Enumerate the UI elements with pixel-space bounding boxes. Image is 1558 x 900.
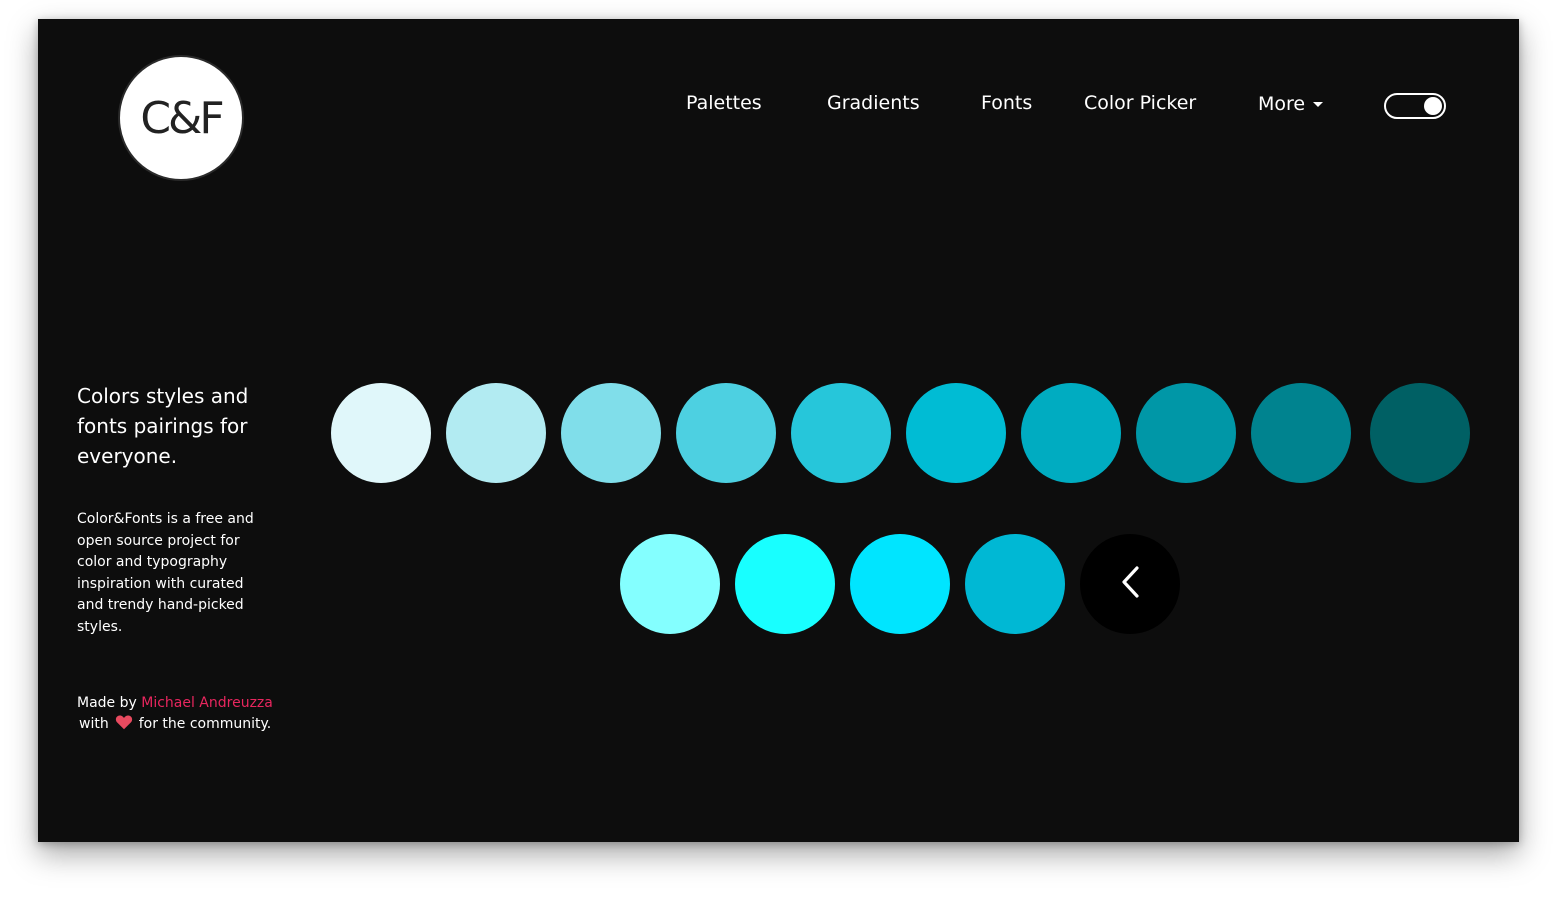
color-swatch[interactable]	[1136, 383, 1236, 483]
color-swatch[interactable]	[561, 383, 661, 483]
nav-more-dropdown[interactable]: More	[1258, 92, 1324, 116]
color-swatch[interactable]	[735, 534, 835, 634]
chevron-left-icon	[1118, 564, 1142, 604]
color-swatch[interactable]	[850, 534, 950, 634]
heart-icon	[115, 714, 133, 737]
color-swatch[interactable]	[331, 383, 431, 483]
credit-prefix: Made by	[77, 695, 137, 711]
nav-palettes[interactable]: Palettes	[686, 91, 762, 115]
description: Color&Fonts is a free and open source pr…	[77, 511, 254, 635]
color-swatch[interactable]	[620, 534, 720, 634]
toggle-knob	[1424, 97, 1442, 115]
logo[interactable]: C&F	[118, 55, 244, 181]
theme-toggle[interactable]	[1384, 93, 1446, 119]
color-swatch[interactable]	[1251, 383, 1351, 483]
color-swatch[interactable]	[965, 534, 1065, 634]
color-swatch[interactable]	[791, 383, 891, 483]
color-swatch[interactable]	[1021, 383, 1121, 483]
credit-with: with	[79, 716, 109, 732]
author-link[interactable]: Michael Andreuzza	[141, 695, 273, 711]
color-swatch[interactable]	[906, 383, 1006, 483]
chevron-down-icon	[1313, 102, 1324, 107]
color-swatch[interactable]	[676, 383, 776, 483]
credit: Made by Michael Andreuzza with for the co…	[77, 693, 317, 737]
nav-gradients[interactable]: Gradients	[827, 91, 920, 115]
color-swatch[interactable]	[1370, 383, 1470, 483]
back-button[interactable]	[1080, 534, 1180, 634]
nav-more-label: More	[1258, 93, 1306, 115]
app-window: C&F Palettes Gradients Fonts Color Picke…	[38, 19, 1519, 842]
nav-fonts[interactable]: Fonts	[981, 91, 1032, 115]
tagline: Colors styles and fonts pairings for eve…	[77, 384, 249, 468]
logo-text: C&F	[140, 92, 224, 144]
nav-color-picker[interactable]: Color Picker	[1084, 91, 1196, 115]
color-swatch[interactable]	[446, 383, 546, 483]
credit-suffix: for the community.	[138, 716, 272, 732]
